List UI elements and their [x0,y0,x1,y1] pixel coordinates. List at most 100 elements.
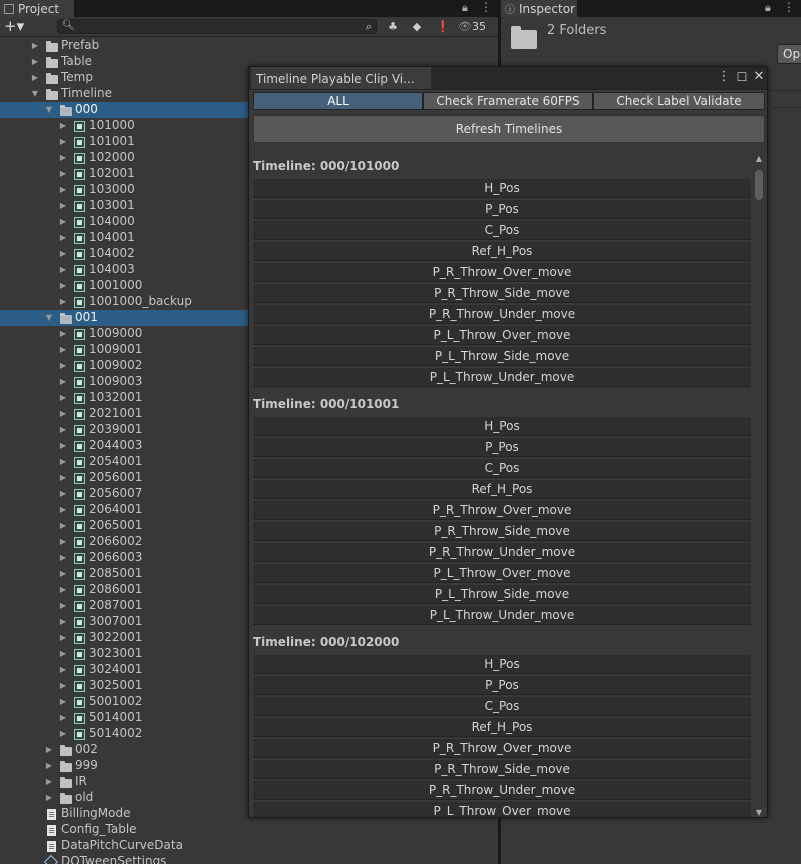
window-title-tab[interactable]: Timeline Playable Clip Vi... [251,67,431,89]
expand-right-icon[interactable]: ▶ [58,633,68,643]
expand-right-icon[interactable]: ▶ [58,169,68,179]
expand-right-icon[interactable]: ▶ [30,73,40,83]
clip-item[interactable]: H_Pos [253,417,751,436]
clip-item[interactable]: H_Pos [253,179,751,198]
expand-right-icon[interactable]: ▶ [58,473,68,483]
clip-item[interactable]: P_L_Throw_Over_move [253,326,751,345]
expand-right-icon[interactable]: ▶ [58,233,68,243]
tab-check-label[interactable]: Check Label Validate [593,92,765,110]
expand-right-icon[interactable]: ▶ [58,665,68,675]
clip-item[interactable]: Ref_H_Pos [253,718,751,737]
expand-down-icon[interactable]: ▼ [44,105,54,115]
expand-right-icon[interactable]: ▶ [58,121,68,131]
clip-item[interactable]: P_Pos [253,676,751,695]
expand-right-icon[interactable]: ▶ [58,457,68,467]
expand-right-icon[interactable]: ▶ [58,329,68,339]
expand-right-icon[interactable]: ▶ [44,777,54,787]
clip-item[interactable]: P_R_Throw_Side_move [253,284,751,303]
expand-right-icon[interactable]: ▶ [58,537,68,547]
expand-right-icon[interactable]: ▶ [58,617,68,627]
refresh-timelines-button[interactable]: Refresh Timelines [253,115,765,143]
clip-item[interactable]: P_L_Throw_Over_move [253,564,751,583]
search-input[interactable]: 🔍︎ [57,19,377,34]
expand-right-icon[interactable]: ▶ [58,345,68,355]
expand-right-icon[interactable]: ▶ [58,249,68,259]
expand-right-icon[interactable]: ▶ [58,361,68,371]
create-button[interactable]: +▾ [4,18,24,35]
clip-item[interactable]: H_Pos [253,655,751,674]
clip-item[interactable]: P_R_Throw_Over_move [253,501,751,520]
clip-item[interactable]: P_R_Throw_Under_move [253,543,751,562]
expand-right-icon[interactable]: ▶ [58,697,68,707]
project-tab[interactable]: Project [0,0,74,17]
expand-right-icon[interactable]: ▶ [44,761,54,771]
expand-right-icon[interactable]: ▶ [58,601,68,611]
clip-item[interactable]: P_L_Throw_Side_move [253,585,751,604]
vertical-scrollbar[interactable]: ▲ ▼ [753,154,765,818]
expand-right-icon[interactable]: ▶ [58,217,68,227]
expand-right-icon[interactable]: ▶ [58,409,68,419]
tree-item[interactable]: ▶ Prefab [0,38,498,54]
expand-right-icon[interactable]: ▶ [58,425,68,435]
clip-item[interactable]: P_R_Throw_Side_move [253,522,751,541]
hidden-packages-toggle[interactable]: 👁︎35 [458,19,496,35]
clip-item[interactable]: P_Pos [253,200,751,219]
filter-by-type-icon[interactable]: ♣ [383,19,403,35]
clip-item[interactable]: P_R_Throw_Side_move [253,760,751,779]
clip-item[interactable]: C_Pos [253,459,751,478]
inspector-menu-icon[interactable]: ⋮ [783,0,795,14]
expand-right-icon[interactable]: ▶ [58,585,68,595]
clip-item[interactable]: P_R_Throw_Under_move [253,781,751,800]
window-menu-icon[interactable]: ⋮ [717,70,731,84]
tree-item[interactable]: Config_Table [0,822,498,838]
clip-item[interactable]: P_L_Throw_Under_move [253,368,751,387]
expand-right-icon[interactable]: ▶ [30,41,40,51]
open-button[interactable]: Ope [777,44,801,64]
log-warning-icon[interactable]: ❗ [433,19,453,35]
expand-right-icon[interactable]: ▶ [58,265,68,275]
clip-item[interactable]: Ref_H_Pos [253,480,751,499]
kebab-menu-icon[interactable]: ⋮ [480,0,492,14]
tree-item[interactable]: DOTweenSettings [0,854,498,864]
expand-right-icon[interactable]: ▶ [58,297,68,307]
tree-item[interactable]: DataPitchCurveData [0,838,498,854]
expand-right-icon[interactable]: ▶ [58,377,68,387]
inspector-lock-icon[interactable]: 🔒︎ [765,1,771,15]
expand-right-icon[interactable]: ▶ [58,521,68,531]
clip-item[interactable]: P_L_Throw_Over_move [253,802,751,817]
expand-right-icon[interactable]: ▶ [58,281,68,291]
scroll-up-icon[interactable]: ▲ [754,154,764,164]
expand-right-icon[interactable]: ▶ [58,137,68,147]
clip-item[interactable]: P_Pos [253,438,751,457]
expand-right-icon[interactable]: ▶ [58,153,68,163]
expand-right-icon[interactable]: ▶ [58,569,68,579]
expand-down-icon[interactable]: ▼ [44,313,54,323]
expand-right-icon[interactable]: ▶ [58,681,68,691]
expand-right-icon[interactable]: ▶ [58,393,68,403]
inspector-tab[interactable]: ⓘ Inspector [501,0,577,17]
expand-right-icon[interactable]: ▶ [58,729,68,739]
clip-item[interactable]: Ref_H_Pos [253,242,751,261]
expand-right-icon[interactable]: ▶ [58,649,68,659]
expand-right-icon[interactable]: ▶ [58,505,68,515]
tab-check-framerate[interactable]: Check Framerate 60FPS [423,92,593,110]
expand-right-icon[interactable]: ▶ [58,185,68,195]
clip-item[interactable]: P_L_Throw_Side_move [253,347,751,366]
scroll-down-icon[interactable]: ▼ [754,808,764,818]
clip-item[interactable]: P_R_Throw_Over_move [253,263,751,282]
clip-item[interactable]: P_L_Throw_Under_move [253,606,751,625]
clip-item[interactable]: C_Pos [253,697,751,716]
timeline-list[interactable]: Timeline: 000/101000 H_Pos P_Pos C_Pos Ref_H… [249,153,754,817]
expand-right-icon[interactable]: ▶ [30,57,40,67]
expand-right-icon[interactable]: ▶ [58,713,68,723]
clip-item[interactable]: P_R_Throw_Over_move [253,739,751,758]
expand-right-icon[interactable]: ▶ [58,553,68,563]
clip-item[interactable]: P_R_Throw_Under_move [253,305,751,324]
tab-all[interactable]: ALL [253,92,423,110]
close-icon[interactable]: ✕ [752,70,766,84]
filter-by-label-icon[interactable]: ◆ [407,19,427,35]
maximize-icon[interactable]: ☐ [735,70,749,84]
expand-down-icon[interactable]: ▼ [30,89,40,99]
expand-right-icon[interactable]: ▶ [44,745,54,755]
expand-right-icon[interactable]: ▶ [58,489,68,499]
